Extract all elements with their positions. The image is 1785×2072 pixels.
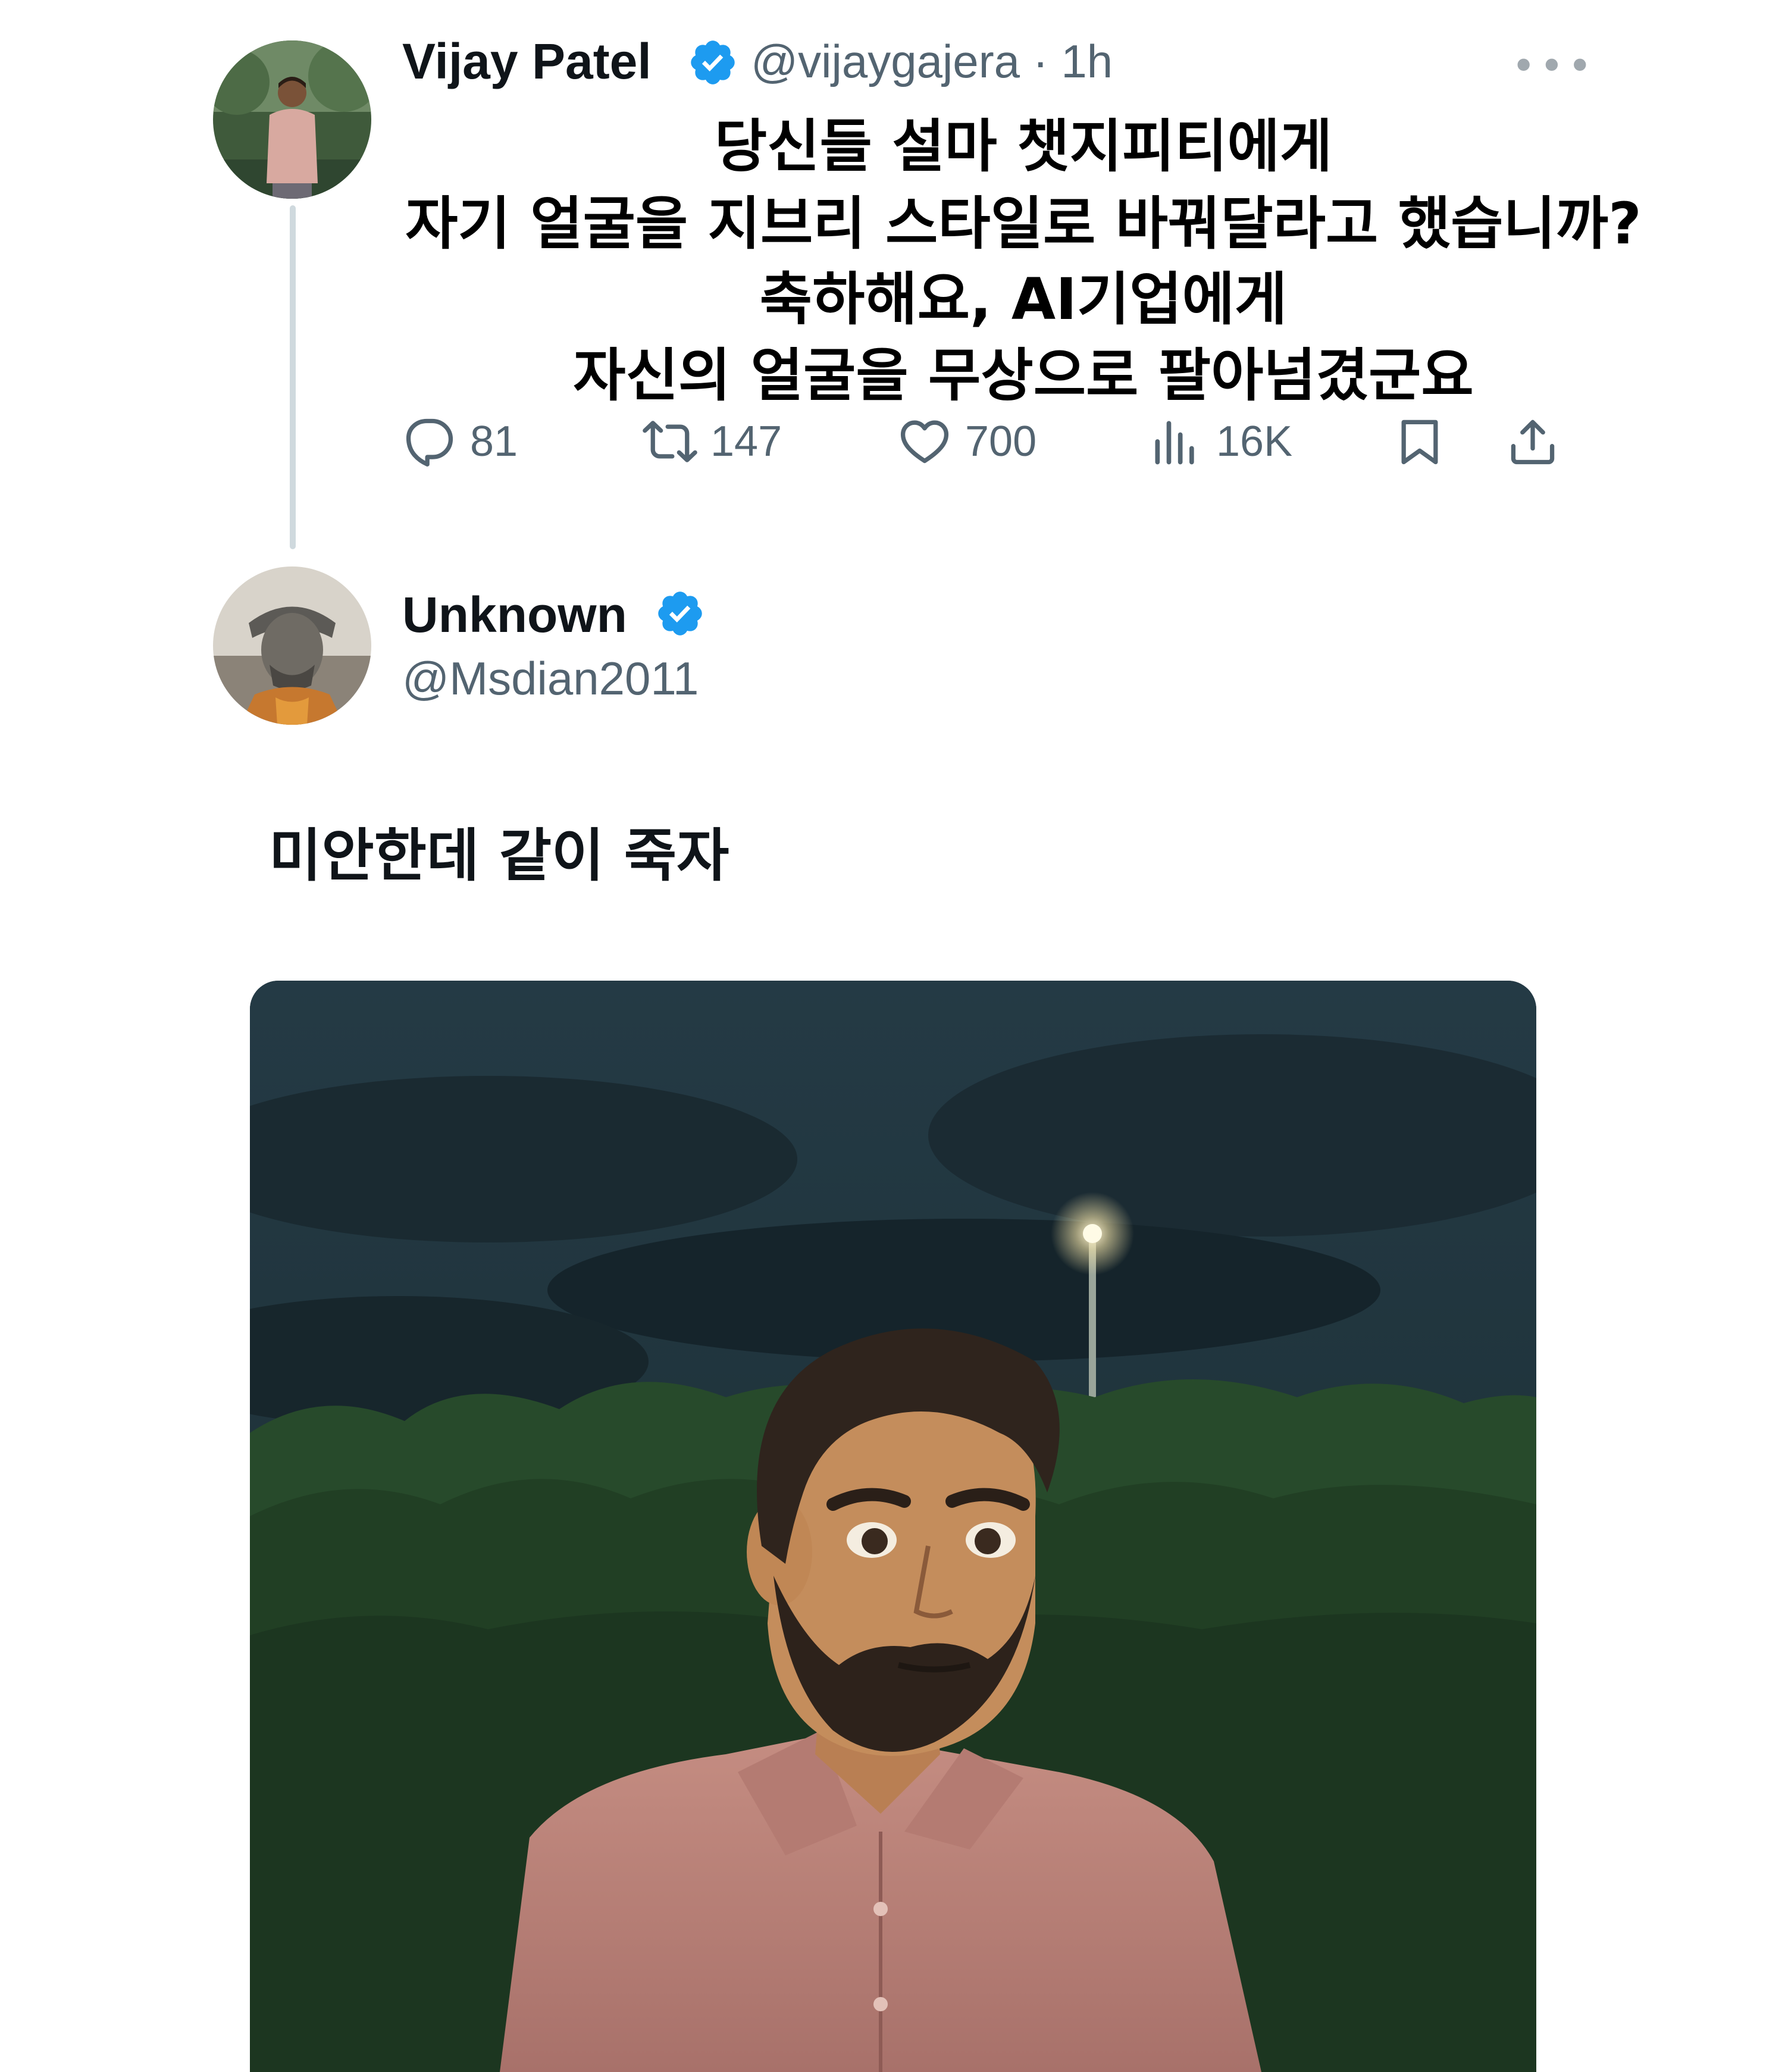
views-chart-icon — [1155, 421, 1194, 465]
author-name[interactable]: Vijay Patel — [402, 33, 652, 90]
repost-count: 147 — [710, 418, 782, 465]
repost-button[interactable]: 147 — [643, 414, 782, 469]
ghibli-style-portrait-image-icon — [250, 981, 1536, 2072]
media-image[interactable] — [250, 981, 1536, 2072]
bookmark-icon — [1401, 420, 1438, 465]
caption-line: 축하해요, AI기업에게 — [759, 266, 1288, 333]
repost-icon — [643, 421, 697, 462]
author-handle-time[interactable]: @vijaygajera · 1h — [751, 35, 1113, 89]
views-count: 16K — [1216, 418, 1293, 465]
caption-line: 당신들 설마 챗지피티에게 — [714, 113, 1333, 180]
unknown-avatar[interactable] — [213, 566, 371, 725]
views-button[interactable]: 16K — [1148, 414, 1292, 469]
reply-count: 81 — [470, 418, 518, 465]
like-count: 700 — [965, 418, 1037, 465]
share-icon — [1511, 420, 1555, 465]
share-button[interactable] — [1505, 414, 1560, 469]
verified-badge-icon — [658, 591, 702, 636]
heart-icon — [900, 420, 949, 464]
thread-connector-line — [290, 205, 296, 549]
statue-avatar-icon — [213, 566, 371, 725]
reply-icon — [406, 418, 453, 467]
reply-text: 미안한데 같이 죽자 — [269, 822, 729, 889]
author-name[interactable]: Unknown — [402, 586, 627, 644]
author-handle[interactable]: @Msdian2011 — [402, 652, 699, 706]
more-dots-icon[interactable]: ••• — [1511, 42, 1596, 90]
reply-button[interactable]: 81 — [402, 414, 518, 469]
caption-line: 자신의 얼굴을 무상으로 팔아넘겼군요 — [573, 342, 1474, 409]
bookmark-button[interactable] — [1392, 414, 1447, 469]
like-button[interactable]: 700 — [897, 414, 1036, 469]
caption-line: 자기 얼굴을 지브리 스타일로 바꿔달라고 했습니까? — [405, 190, 1642, 257]
verified-badge-icon — [691, 40, 735, 84]
